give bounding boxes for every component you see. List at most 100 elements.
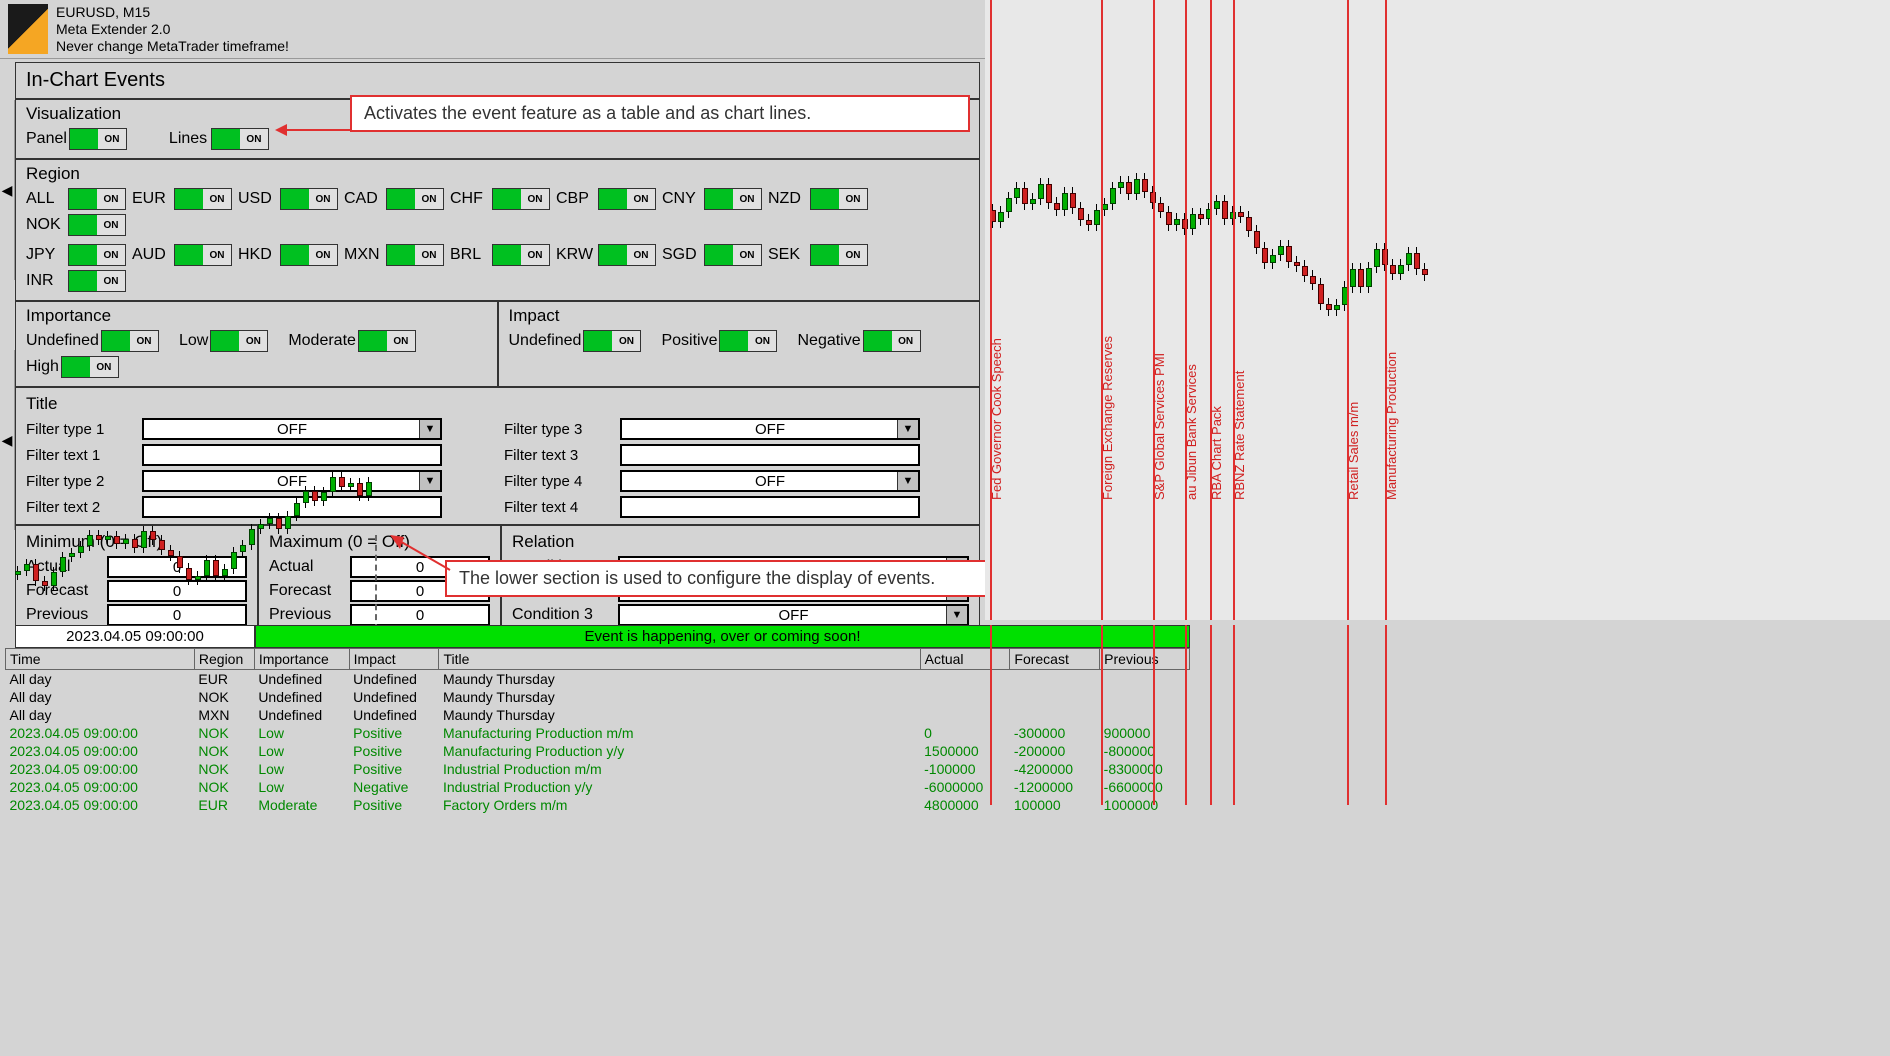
importance-label: Importance — [26, 306, 487, 326]
lines-toggle-label: Lines — [169, 130, 209, 148]
importance-undefined-toggle[interactable]: ON — [101, 330, 159, 352]
event-line-label: RBA Chart Pack — [1209, 406, 1224, 500]
col-impact[interactable]: Impact — [349, 649, 439, 670]
event-line — [1385, 0, 1387, 620]
col-region[interactable]: Region — [194, 649, 254, 670]
region-cny-label: CNY — [662, 190, 702, 208]
impact-negative-toggle[interactable]: ON — [863, 330, 921, 352]
region-krw-label: KRW — [556, 246, 596, 264]
region-eur-toggle[interactable]: ON — [174, 188, 232, 210]
importance-high-toggle[interactable]: ON — [61, 356, 119, 378]
col-time[interactable]: Time — [6, 649, 195, 670]
region-label: Region — [26, 164, 969, 184]
impact-section: Impact Undefined ONPositive ONNegative O… — [499, 302, 980, 386]
importance-section: Importance Undefined ONLow ONModerate ON… — [16, 302, 499, 386]
region-sek-label: SEK — [768, 246, 808, 264]
table-row[interactable]: All dayMXNUndefinedUndefinedMaundy Thurs… — [6, 706, 1190, 724]
filter-text-2-label: Filter text 2 — [26, 499, 136, 516]
region-jpy-toggle[interactable]: ON — [68, 244, 126, 266]
region-brl-toggle[interactable]: ON — [492, 244, 550, 266]
filter-type-3-select[interactable]: OFF — [620, 418, 920, 440]
lines-toggle[interactable]: ON — [211, 128, 269, 150]
region-eur-label: EUR — [132, 190, 172, 208]
region-aud-toggle[interactable]: ON — [174, 244, 232, 266]
region-hkd-toggle[interactable]: ON — [280, 244, 338, 266]
region-inr-toggle[interactable]: ON — [68, 270, 126, 292]
col-actual[interactable]: Actual — [920, 649, 1010, 670]
warning-text: Never change MetaTrader timeframe! — [56, 38, 289, 55]
region-nzd-toggle[interactable]: ON — [810, 188, 868, 210]
region-inr-label: INR — [26, 272, 66, 290]
col-previous[interactable]: Previous — [1100, 649, 1190, 670]
region-chf-toggle[interactable]: ON — [492, 188, 550, 210]
impact-label: Impact — [509, 306, 970, 326]
region-mxn-label: MXN — [344, 246, 384, 264]
region-nok-label: NOK — [26, 216, 66, 234]
table-row[interactable]: 2023.04.05 09:00:00NOKLowPositiveIndustr… — [6, 760, 1190, 778]
panel-toggle[interactable]: ON — [69, 128, 127, 150]
col-importance[interactable]: Importance — [254, 649, 349, 670]
filter-type-4-label: Filter type 4 — [504, 473, 614, 490]
event-line — [1347, 0, 1349, 620]
filter-type-1-select[interactable]: OFF — [142, 418, 442, 440]
annotation-top: Activates the event feature as a table a… — [350, 95, 970, 132]
table-row[interactable]: 2023.04.05 09:00:00NOKLowPositiveManufac… — [6, 724, 1190, 742]
region-sgd-toggle[interactable]: ON — [704, 244, 762, 266]
filter-text-3-input[interactable] — [620, 444, 920, 466]
panel-toggle-label: Panel — [26, 130, 67, 148]
impact-positive-toggle[interactable]: ON — [719, 330, 777, 352]
filter-text-2-input[interactable] — [142, 496, 442, 518]
table-row[interactable]: 2023.04.05 09:00:00NOKLowPositiveManufac… — [6, 742, 1190, 760]
collapse-arrow-2[interactable]: ◀ — [0, 350, 15, 530]
impact-negative-label: Negative — [797, 332, 860, 350]
condition-3-select[interactable]: OFF — [618, 604, 969, 626]
title-filter-section: Title Filter type 1 OFF Filter type 3 OF… — [16, 388, 979, 526]
region-sgd-label: SGD — [662, 246, 702, 264]
table-row[interactable]: All dayNOKUndefinedUndefinedMaundy Thurs… — [6, 688, 1190, 706]
filter-type-2-label: Filter type 2 — [26, 473, 136, 490]
filter-text-1-input[interactable] — [142, 444, 442, 466]
app-logo-icon — [8, 4, 48, 54]
region-cad-label: CAD — [344, 190, 384, 208]
event-status-banner: Event is happening, over or coming soon! — [255, 625, 1190, 648]
col-forecast[interactable]: Forecast — [1010, 649, 1100, 670]
table-row[interactable]: 2023.04.05 09:00:00EURModeratePositiveFa… — [6, 796, 1190, 814]
event-line — [1210, 0, 1212, 620]
importance-low-label: Low — [179, 332, 208, 350]
col-title[interactable]: Title — [439, 649, 920, 670]
region-usd-toggle[interactable]: ON — [280, 188, 338, 210]
region-krw-toggle[interactable]: ON — [598, 244, 656, 266]
event-line-label: Retail Sales m/m — [1346, 402, 1361, 500]
region-section: Region ALL ONEUR ONUSD ONCAD ONCHF ONCBP… — [16, 160, 979, 302]
importance-moderate-toggle[interactable]: ON — [358, 330, 416, 352]
annotation-arrow-icon — [275, 120, 355, 140]
price-chart[interactable]: Fed Governor Cook Speech Foreign Exchange… — [985, 0, 1890, 620]
mini-candle-chart — [15, 535, 385, 625]
region-cny-toggle[interactable]: ON — [704, 188, 762, 210]
event-line — [1153, 0, 1155, 620]
collapse-arrow-1[interactable]: ◀ — [0, 100, 15, 280]
importance-low-toggle[interactable]: ON — [210, 330, 268, 352]
event-line-label: Foreign Exchange Reserves — [1100, 336, 1115, 500]
filter-type-4-select[interactable]: OFF — [620, 470, 920, 492]
filter-type-2-select[interactable]: OFF — [142, 470, 442, 492]
filter-text-4-label: Filter text 4 — [504, 499, 614, 516]
time-display: 2023.04.05 09:00:00 — [15, 625, 255, 648]
region-nzd-label: NZD — [768, 190, 808, 208]
event-line-label: Fed Governor Cook Speech — [989, 338, 1004, 500]
region-all-toggle[interactable]: ON — [68, 188, 126, 210]
region-sek-toggle[interactable]: ON — [810, 244, 868, 266]
region-cad-toggle[interactable]: ON — [386, 188, 444, 210]
region-nok-toggle[interactable]: ON — [68, 214, 126, 236]
region-cbp-toggle[interactable]: ON — [598, 188, 656, 210]
filter-type-1-label: Filter type 1 — [26, 421, 136, 438]
region-all-label: ALL — [26, 190, 66, 208]
annotation-arrow-icon — [390, 535, 460, 575]
filter-text-4-input[interactable] — [620, 496, 920, 518]
table-row[interactable]: All dayEURUndefinedUndefinedMaundy Thurs… — [6, 670, 1190, 689]
table-row[interactable]: 2023.04.05 09:00:00NOKLowNegativeIndustr… — [6, 778, 1190, 796]
filter-text-3-label: Filter text 3 — [504, 447, 614, 464]
region-mxn-toggle[interactable]: ON — [386, 244, 444, 266]
region-cbp-label: CBP — [556, 190, 596, 208]
impact-undefined-toggle[interactable]: ON — [583, 330, 641, 352]
